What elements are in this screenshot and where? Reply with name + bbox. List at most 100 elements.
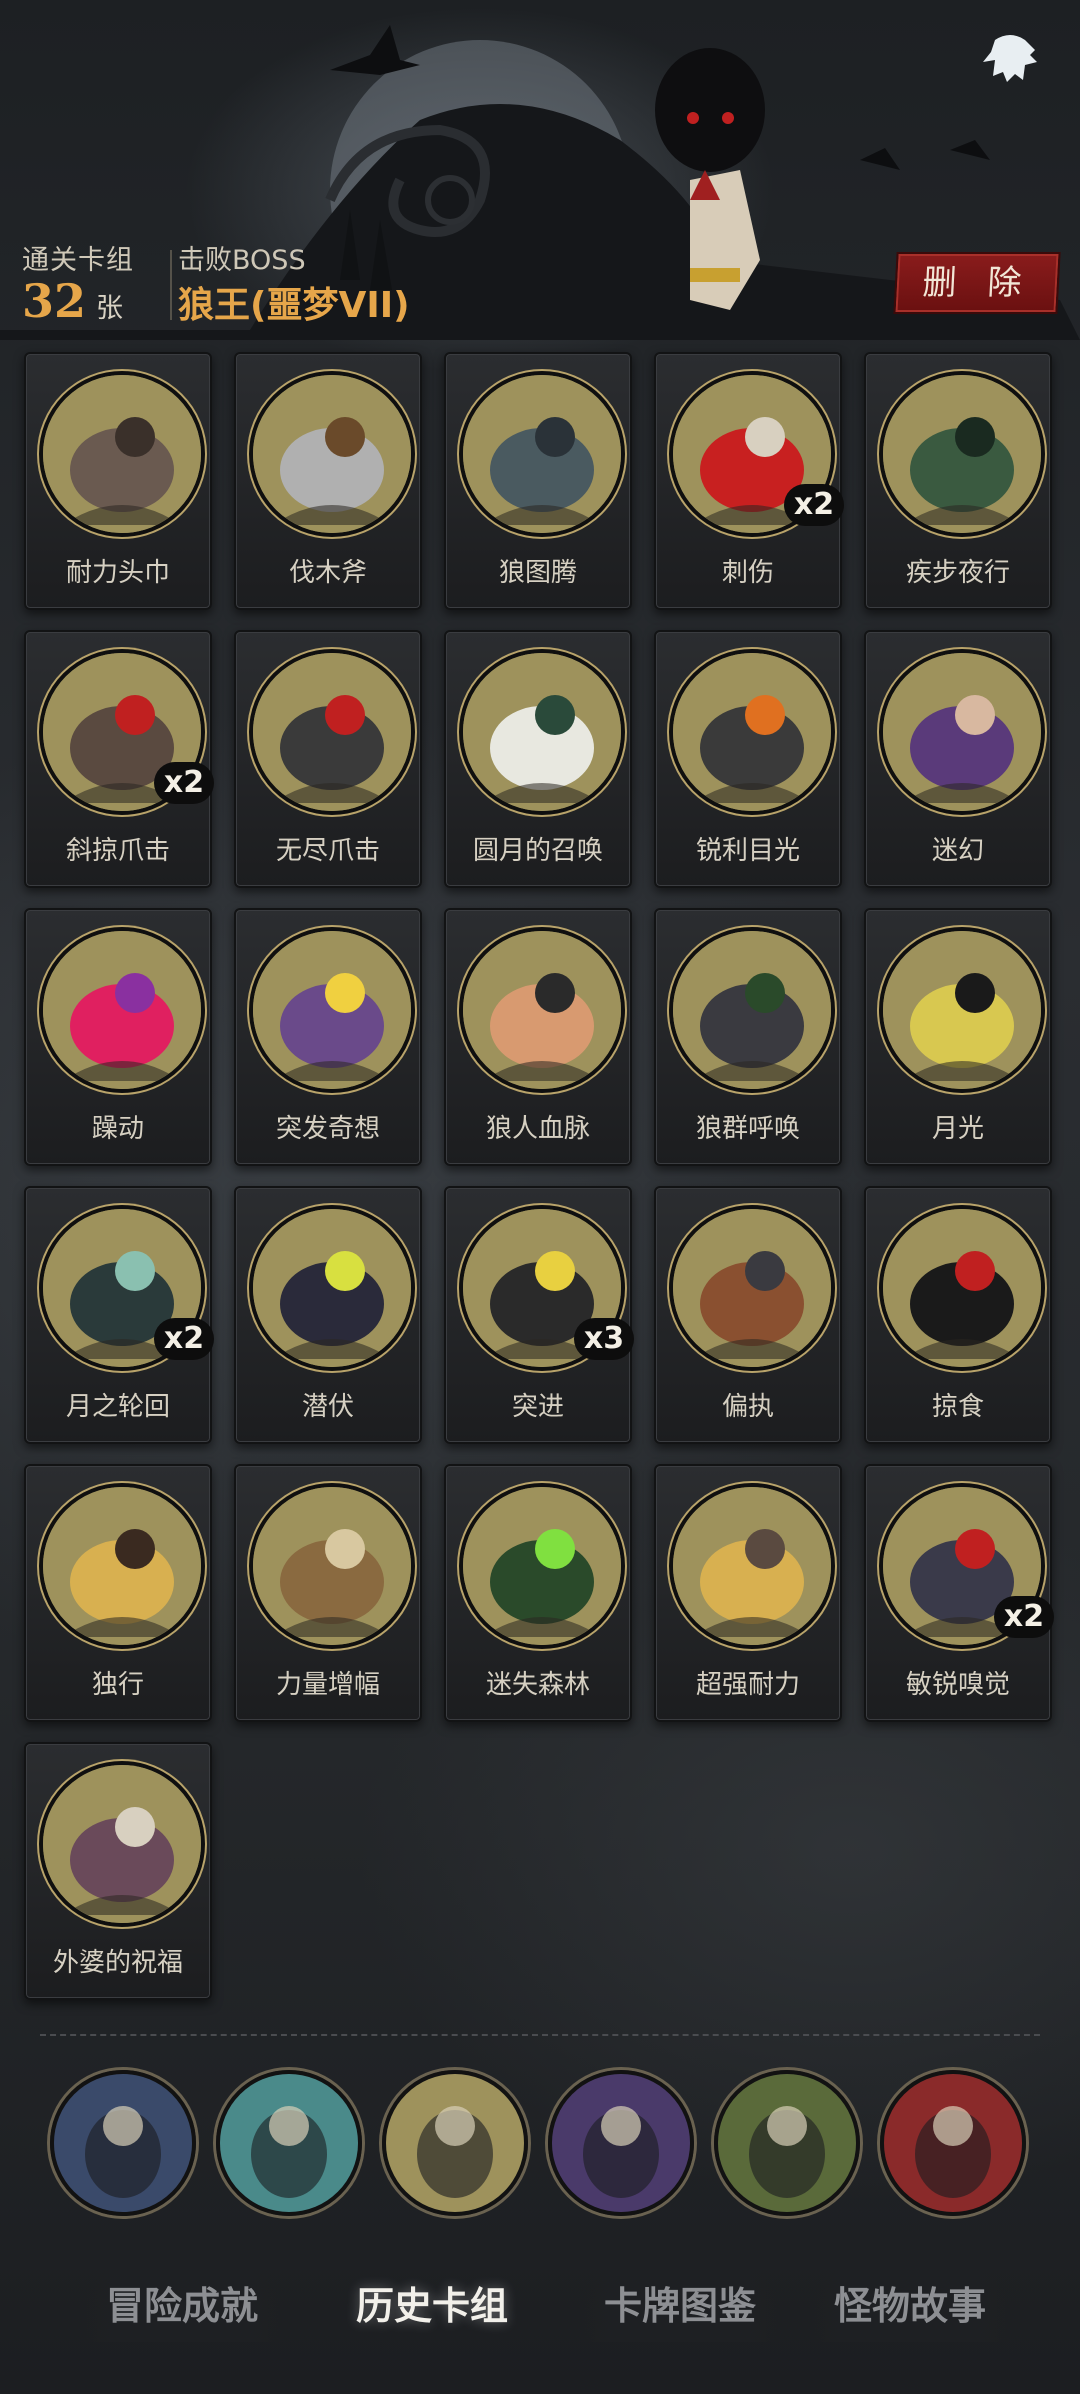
spellbook-icon: [552, 2074, 690, 2212]
ghost-exit-icon: [983, 35, 1037, 82]
stats-count-number: 32: [22, 274, 87, 328]
wolf-pack-icon: [673, 931, 831, 1089]
card-item[interactable]: 独行: [24, 1464, 212, 1722]
card-name: 突发奇想: [275, 1114, 380, 1144]
card-art: [249, 649, 415, 815]
card-art: [39, 927, 205, 1093]
card-art: [459, 927, 625, 1093]
boss-selector: [50, 2070, 1050, 2220]
card-item[interactable]: 斜掠爪击 x2: [24, 630, 214, 888]
witch-icon: [883, 653, 1041, 811]
card-count-badge: x2: [784, 484, 844, 526]
card-item[interactable]: 狼人血脉: [444, 908, 632, 1166]
card-art: [39, 371, 205, 537]
card-name: 月光: [931, 1114, 984, 1144]
card-item[interactable]: 月光: [864, 908, 1052, 1166]
card-item[interactable]: 突发奇想: [234, 908, 422, 1166]
card-art: [669, 1483, 835, 1649]
card-name: 耐力头巾: [65, 558, 170, 588]
card-item[interactable]: 迷幻: [864, 630, 1052, 888]
card-name: 狼群呼唤: [695, 1114, 800, 1144]
card-name: 刺伤: [721, 558, 774, 588]
boss-icon-button[interactable]: [548, 2070, 694, 2216]
card-art: [459, 371, 625, 537]
card-item[interactable]: 迷失森林: [444, 1464, 632, 1722]
tab-history-decks[interactable]: 历史卡组: [322, 2270, 542, 2342]
card-item[interactable]: 狼图腾: [444, 352, 632, 610]
card-item[interactable]: 疾步夜行: [864, 352, 1052, 610]
card-item[interactable]: 敏锐嗅觉 x2: [864, 1464, 1054, 1722]
card-name: 力量增幅: [275, 1670, 380, 1700]
card-item[interactable]: 躁动: [24, 908, 212, 1166]
endurance-icon: [673, 1487, 831, 1645]
claw-icon: [253, 653, 411, 811]
card-item[interactable]: 掠食: [864, 1186, 1052, 1444]
boss-name: 狼王(噩梦VII): [178, 285, 410, 326]
log-icon: [253, 1487, 411, 1645]
card-name: 伐木斧: [288, 558, 367, 588]
card-item[interactable]: 外婆的祝福: [24, 1742, 212, 2000]
card-art: [669, 1205, 835, 1371]
card-name: 疾步夜行: [905, 558, 1010, 588]
card-name: 斜掠爪击: [65, 836, 170, 866]
hand-icon: [463, 931, 621, 1089]
card-item[interactable]: 偏执: [654, 1186, 842, 1444]
stats-label: 通关卡组: [22, 245, 134, 276]
wolf-face-icon: [673, 653, 831, 811]
axe-icon: [253, 375, 411, 533]
lost-forest-icon: [463, 1487, 621, 1645]
card-art: [459, 649, 625, 815]
full-moon-forest-icon: [463, 653, 621, 811]
card-art: [459, 1483, 625, 1649]
lone-boy-icon: [43, 1487, 201, 1645]
card-item[interactable]: 突进 x3: [444, 1186, 634, 1444]
card-item[interactable]: 力量增幅: [234, 1464, 422, 1722]
clown-boss-icon: [884, 2074, 1022, 2212]
card-name: 掠食: [931, 1392, 984, 1422]
zombie-boss-icon: [718, 2074, 856, 2212]
delete-button[interactable]: 删 除: [893, 252, 1061, 314]
lurking-wolf-icon: [253, 1209, 411, 1367]
card-name: 潜伏: [301, 1392, 354, 1422]
tab-adventure-achievements[interactable]: 冒险成就: [72, 2270, 292, 2342]
card-art: [879, 649, 1045, 815]
boss-icon-button[interactable]: [880, 2070, 1026, 2216]
card-name: 无尽爪击: [275, 836, 380, 866]
card-name: 躁动: [91, 1114, 144, 1144]
moon-howl-icon: [883, 931, 1041, 1089]
card-name: 敏锐嗅觉: [905, 1670, 1010, 1700]
card-name: 锐利目光: [695, 836, 800, 866]
frenzy-icon: [43, 931, 201, 1089]
card-art: [669, 649, 835, 815]
tab-card-gallery[interactable]: 卡牌图鉴: [570, 2270, 790, 2342]
card-item[interactable]: 狼群呼唤: [654, 908, 842, 1166]
card-art: [249, 1483, 415, 1649]
card-count-badge: x2: [994, 1596, 1054, 1638]
bandana-icon: [43, 375, 201, 533]
card-item[interactable]: 潜伏: [234, 1186, 422, 1444]
card-art: [879, 371, 1045, 537]
card-art: [879, 1205, 1045, 1371]
card-item[interactable]: 伐木斧: [234, 352, 422, 610]
card-item[interactable]: 锐利目光: [654, 630, 842, 888]
card-name: 偏执: [721, 1392, 774, 1422]
card-name: 月之轮回: [65, 1392, 170, 1422]
predator-icon: [883, 1209, 1041, 1367]
card-item[interactable]: 无尽爪击: [234, 630, 422, 888]
boss-icon-button[interactable]: [714, 2070, 860, 2216]
boss-icon-button[interactable]: [216, 2070, 362, 2216]
card-item[interactable]: 月之轮回 x2: [24, 1186, 214, 1444]
wolf-bear-icon: [673, 1209, 831, 1367]
card-item[interactable]: 超强耐力: [654, 1464, 842, 1722]
card-item[interactable]: 圆月的召唤: [444, 630, 632, 888]
boss-icon-button[interactable]: [382, 2070, 528, 2216]
tab-monster-stories[interactable]: 怪物故事: [800, 2270, 1020, 2342]
card-art: [249, 927, 415, 1093]
card-item[interactable]: 耐力头巾: [24, 352, 212, 610]
boss-icon-button[interactable]: [50, 2070, 196, 2216]
card-item[interactable]: 刺伤 x2: [654, 352, 844, 610]
card-name: 迷失森林: [485, 1670, 590, 1700]
card-count-badge: x2: [154, 762, 214, 804]
exit-button[interactable]: [975, 30, 1045, 90]
grandma-icon: [43, 1765, 201, 1923]
